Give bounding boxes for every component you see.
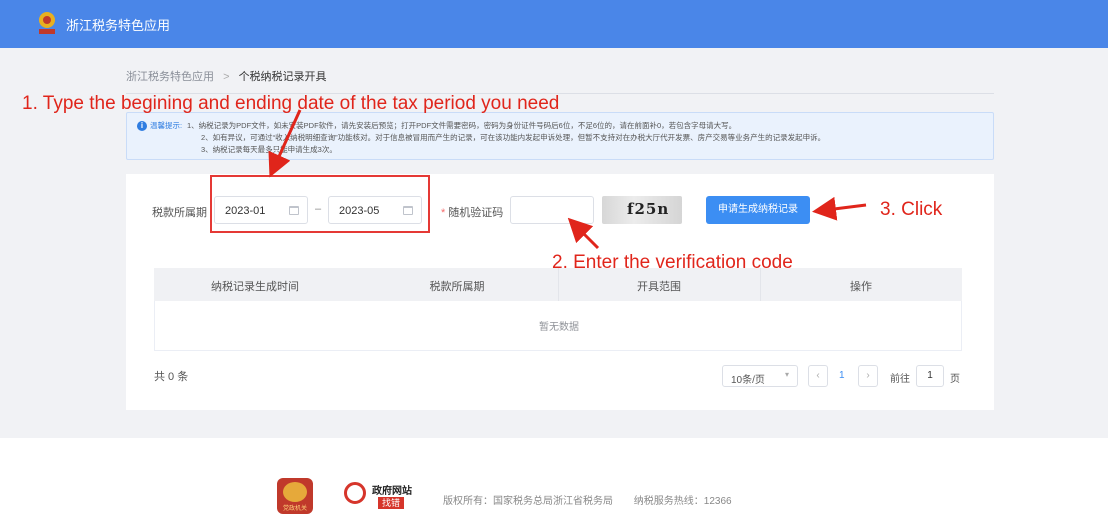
breadcrumb-separator: > [223, 71, 230, 83]
info-icon: i [137, 121, 147, 131]
notice-line-2: 2、如有异议，可通过“收入纳税明细查询”功能核对。对于信息被冒用而产生的记录，可… [201, 133, 826, 142]
notice-line-1: 1、纳税记录为PDF文件，如未安装PDF软件，请先安装后预览；打开PDF文件需要… [187, 121, 737, 130]
app-title[interactable]: 浙江税务特色应用 [66, 15, 170, 34]
tax-emblem-icon [39, 12, 55, 34]
highlight-box-dates [210, 175, 430, 233]
annotation-step-2: 2. Enter the verification code [552, 252, 793, 273]
hotline-text: 纳税服务热线：12366 [633, 496, 732, 507]
notice-line-3: 3、纳税记录每天最多只能申请生成3次。 [201, 145, 337, 154]
captcha-label-text: 随机验证码 [448, 207, 504, 219]
captcha-label: * 随机验证码 [441, 204, 503, 220]
badge-caption: 党政机关 [282, 506, 307, 512]
total-count: 共 0 条 [154, 371, 189, 383]
column-header-generated-time: 纳税记录生成时间 [211, 281, 299, 293]
goto-label: 前往 [890, 374, 910, 385]
breadcrumb-current: 个税纳税记录开具 [238, 71, 327, 83]
party-gov-badge[interactable]: 党政机关 [277, 478, 313, 514]
footer-info: 版权所有：国家税务总局浙江省税务局 纳税服务热线：12366 [443, 492, 732, 507]
current-page-number[interactable]: 1 [839, 370, 845, 381]
required-mark: * [441, 207, 446, 219]
goto-page-input[interactable]: 1 [916, 365, 944, 387]
gov-website-error-badge[interactable]: 政府网站 找错 [344, 480, 420, 512]
empty-state-text: 暂无数据 [539, 322, 579, 333]
notice-label: 温馨提示: [150, 121, 183, 130]
captcha-image[interactable]: f25n [602, 196, 682, 224]
column-header-actions: 操作 [850, 281, 872, 293]
notice-box: i 温馨提示: 1、纳税记录为PDF文件，如未安装PDF软件，请先安装后预览；打… [126, 112, 994, 160]
annotation-step-1: 1. Type the begining and ending date of … [22, 93, 560, 114]
page-size-value: 10条/页 [731, 375, 765, 386]
prev-page-button[interactable]: ‹ [808, 365, 828, 387]
next-page-button[interactable]: › [858, 365, 878, 387]
magnifier-icon [344, 482, 366, 504]
copyright-text: 版权所有：国家税务总局浙江省税务局 [443, 496, 613, 507]
page-size-select[interactable]: 10条/页 ▾ [722, 365, 798, 387]
breadcrumb-root[interactable]: 浙江税务特色应用 [126, 71, 214, 83]
gov-site-title: 政府网站 [372, 486, 412, 497]
annotation-step-3: 3. Click [880, 199, 943, 220]
tax-period-label: 税款所属期 [152, 207, 207, 219]
gov-site-sub: 找错 [378, 497, 405, 509]
page-suffix: 页 [950, 374, 960, 385]
badge-emblem-icon [283, 482, 307, 502]
top-header: 浙江税务特色应用 [0, 0, 1108, 48]
column-header-scope: 开具范围 [637, 281, 681, 293]
generate-record-button[interactable]: 申请生成纳税记录 [706, 196, 810, 224]
table-body: 暂无数据 [154, 301, 962, 351]
chevron-down-icon: ▾ [784, 370, 789, 379]
breadcrumb: 浙江税务特色应用 > 个税纳税记录开具 [126, 68, 327, 84]
column-header-tax-period: 税款所属期 [429, 281, 485, 293]
captcha-image-text: f25n [627, 200, 670, 218]
captcha-input[interactable] [510, 196, 594, 224]
